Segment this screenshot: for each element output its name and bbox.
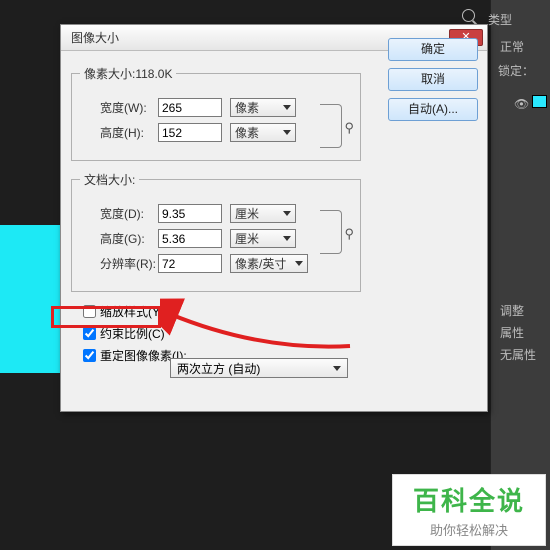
pixel-width-unit-label: 像素 — [235, 99, 259, 116]
resolution-unit-select[interactable]: 像素/英寸 — [230, 254, 308, 273]
arrow-annotation — [160, 296, 360, 356]
chain-icon[interactable]: ⚲ — [344, 120, 354, 136]
pixel-width-input[interactable] — [158, 98, 222, 117]
pixel-dimensions-legend: 像素大小:118.0K — [80, 65, 176, 82]
chevron-down-icon — [295, 261, 303, 266]
chevron-down-icon — [283, 130, 291, 135]
doc-width-unit-label: 厘米 — [235, 205, 259, 222]
link-bracket-icon — [320, 104, 342, 148]
auto-button[interactable]: 自动(A)... — [388, 98, 478, 121]
watermark-title: 百科全说 — [413, 481, 525, 518]
pixel-height-input[interactable] — [158, 123, 222, 142]
resample-method-select[interactable]: 两次立方 (自动) — [170, 358, 348, 378]
link-bracket-icon — [320, 210, 342, 254]
cancel-button[interactable]: 取消 — [388, 68, 478, 91]
document-size-legend: 文档大小: — [80, 171, 139, 188]
right-panel-strip — [490, 0, 550, 550]
canvas-edge — [0, 225, 60, 373]
highlight-annotation — [51, 306, 161, 328]
search-icon — [462, 9, 475, 22]
adjustments-tab[interactable]: 调整 — [500, 302, 524, 319]
chevron-down-icon — [283, 236, 291, 241]
document-size-group: 文档大小: 宽度(D): 厘米 高度(G): 厘米 分辨率(R): 像素/英寸 — [71, 171, 361, 292]
properties-tab[interactable]: 属性 — [500, 324, 524, 341]
lock-label: 锁定： — [498, 62, 534, 79]
doc-height-input[interactable] — [158, 229, 222, 248]
no-properties-label: 无属性 — [500, 346, 536, 363]
pixel-height-unit-select[interactable]: 像素 — [230, 123, 296, 142]
pixel-width-unit-select[interactable]: 像素 — [230, 98, 296, 117]
eye-icon[interactable]: 👁 — [514, 97, 529, 111]
resolution-unit-label: 像素/英寸 — [235, 255, 286, 272]
pixel-dimensions-group: 像素大小:118.0K 宽度(W): 像素 高度(H): 像素 ⚲ — [71, 65, 361, 161]
doc-width-label: 宽度(D): — [100, 205, 158, 222]
chevron-down-icon — [283, 105, 291, 110]
constrain-proportions-checkbox[interactable] — [83, 327, 96, 340]
dialog-title: 图像大小 — [71, 29, 119, 46]
layer-color-swatch[interactable] — [532, 95, 547, 108]
doc-height-label: 高度(G): — [100, 230, 158, 247]
doc-width-input[interactable] — [158, 204, 222, 223]
doc-height-unit-label: 厘米 — [235, 230, 259, 247]
chevron-down-icon — [333, 366, 341, 371]
doc-width-unit-select[interactable]: 厘米 — [230, 204, 296, 223]
watermark-subtitle: 助你轻松解决 — [430, 520, 508, 539]
ok-button[interactable]: 确定 — [388, 38, 478, 61]
pixel-height-label: 高度(H): — [100, 124, 158, 141]
watermark: 百科全说 助你轻松解决 — [392, 474, 546, 546]
blend-mode-label: 正常 — [500, 38, 524, 55]
doc-height-unit-select[interactable]: 厘米 — [230, 229, 296, 248]
resolution-label: 分辨率(R): — [100, 255, 158, 272]
resolution-input[interactable] — [158, 254, 222, 273]
resample-method-label: 两次立方 (自动) — [177, 360, 260, 377]
pixel-height-unit-label: 像素 — [235, 124, 259, 141]
chain-icon[interactable]: ⚲ — [344, 226, 354, 242]
chevron-down-icon — [283, 211, 291, 216]
type-label: 类型 — [488, 11, 512, 28]
pixel-width-label: 宽度(W): — [100, 99, 158, 116]
resample-checkbox[interactable] — [83, 349, 96, 362]
